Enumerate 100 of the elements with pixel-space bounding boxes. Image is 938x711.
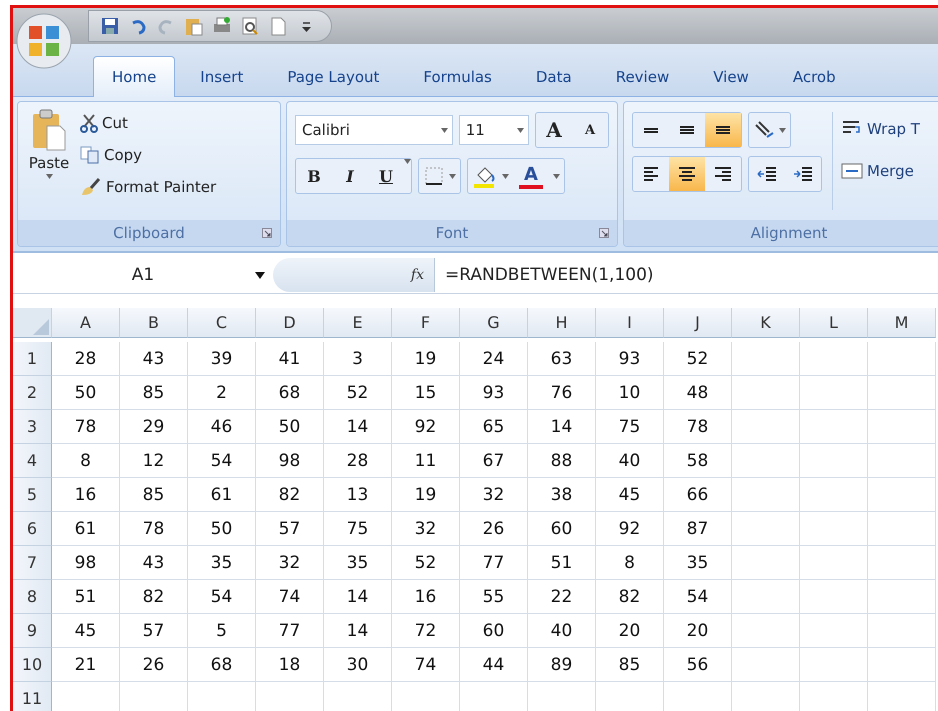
table-cell: 92 (596, 512, 664, 546)
ribbon-tab[interactable]: Acrob (774, 56, 855, 97)
empty-cell (868, 444, 936, 478)
table-cell: 74 (256, 580, 324, 614)
table-cell: 68 (188, 648, 256, 682)
copy-button[interactable]: Copy (80, 140, 216, 170)
merge-button[interactable]: Merge (841, 154, 920, 188)
dialog-launcher-icon[interactable] (599, 228, 609, 238)
wrap-text-button[interactable]: Wrap T (841, 112, 920, 146)
table-cell: 14 (324, 410, 392, 444)
empty-cell (800, 546, 868, 580)
row-header[interactable]: 11 (13, 682, 52, 711)
column-header[interactable]: E (324, 308, 392, 338)
row-header[interactable]: 9 (13, 614, 52, 648)
table-cell: 93 (460, 376, 528, 410)
empty-cell (800, 444, 868, 478)
table-cell: 93 (596, 342, 664, 376)
ribbon-tab[interactable]: Home (93, 56, 176, 97)
column-header[interactable]: C (188, 308, 256, 338)
table-cell: 54 (188, 580, 256, 614)
column-header[interactable]: K (732, 308, 800, 338)
column-header[interactable]: G (460, 308, 528, 338)
table-cell: 55 (460, 580, 528, 614)
column-header[interactable]: H (528, 308, 596, 338)
font-color-button[interactable]: A (513, 164, 549, 188)
vertical-align-button[interactable] (705, 113, 741, 147)
borders-icon[interactable] (423, 165, 445, 187)
column-header[interactable]: J (664, 308, 732, 338)
table-cell: 30 (324, 648, 392, 682)
empty-cell (868, 580, 936, 614)
ribbon-tab[interactable]: Review (596, 56, 688, 97)
table-cell: 88 (528, 444, 596, 478)
table-cell: 78 (120, 512, 188, 546)
table-cell: 24 (460, 342, 528, 376)
underline-button[interactable]: U (368, 159, 404, 193)
ribbon-tab[interactable]: View (694, 56, 768, 97)
copy-icon (80, 146, 100, 164)
column-header[interactable]: I (596, 308, 664, 338)
table-cell: 43 (120, 342, 188, 376)
row-header[interactable]: 5 (13, 478, 52, 512)
formula-field[interactable]: =RANDBETWEEN(1,100) (435, 265, 654, 285)
table-cell: 50 (256, 410, 324, 444)
decrease-indent-icon (757, 167, 777, 181)
horizontal-align-button[interactable] (669, 157, 705, 191)
empty-cell (732, 478, 800, 512)
align-left-icon (644, 167, 658, 181)
cut-button[interactable]: Cut (80, 108, 216, 138)
ribbon-tab[interactable]: Page Layout (268, 56, 398, 97)
empty-cell (732, 376, 800, 410)
row-header[interactable]: 7 (13, 546, 52, 580)
format-painter-button[interactable]: Format Painter (80, 172, 216, 202)
ribbon-tab[interactable]: Data (516, 56, 591, 97)
row-header[interactable]: 4 (13, 444, 52, 478)
dialog-launcher-icon[interactable] (262, 228, 272, 238)
ribbon-tab[interactable]: Formulas (404, 56, 511, 97)
row-header[interactable]: 2 (13, 376, 52, 410)
row-header[interactable]: 6 (13, 512, 52, 546)
ribbon-tab[interactable]: Insert (181, 56, 262, 97)
empty-cell (868, 648, 936, 682)
empty-cell (800, 648, 868, 682)
table-cell: 82 (596, 580, 664, 614)
column-header[interactable]: B (120, 308, 188, 338)
table-cell: 78 (664, 410, 732, 444)
empty-cell (800, 342, 868, 376)
paste-button[interactable]: Paste (24, 108, 74, 214)
column-header[interactable]: A (52, 308, 120, 338)
grow-font-button[interactable]: A (536, 113, 572, 147)
row-header[interactable]: 8 (13, 580, 52, 614)
dropdown-caret-icon[interactable] (255, 272, 265, 279)
empty-cell (868, 342, 936, 376)
column-header[interactable]: M (868, 308, 936, 338)
column-header[interactable]: L (800, 308, 868, 338)
table-cell: 61 (188, 478, 256, 512)
column-header[interactable]: F (392, 308, 460, 338)
font-size-field[interactable]: 11 (458, 115, 529, 145)
row-header[interactable]: 3 (13, 410, 52, 444)
row-header[interactable]: 1 (13, 342, 52, 376)
table-cell: 98 (52, 546, 120, 580)
shrink-font-button[interactable]: A (572, 113, 608, 147)
empty-cell (732, 342, 800, 376)
table-cell: 77 (256, 614, 324, 648)
save-icon[interactable] (99, 15, 121, 37)
table-cell: 14 (324, 614, 392, 648)
align-bottom-icon (716, 126, 730, 134)
name-box[interactable]: A1 (13, 258, 273, 292)
table-cell: 40 (596, 444, 664, 478)
column-header[interactable]: D (256, 308, 324, 338)
table-cell: 14 (324, 580, 392, 614)
table-cell: 78 (52, 410, 120, 444)
row-header[interactable]: 10 (13, 648, 52, 682)
empty-cell (868, 512, 936, 546)
table-cell: 92 (392, 410, 460, 444)
italic-button[interactable]: I (332, 159, 368, 193)
table-cell: 82 (256, 478, 324, 512)
empty-cell (868, 410, 936, 444)
table-cell: 57 (120, 614, 188, 648)
bold-button[interactable]: B (296, 159, 332, 193)
empty-cell (868, 376, 936, 410)
font-name-field[interactable]: Calibri (295, 115, 453, 145)
insert-function-button[interactable]: fx (410, 267, 424, 283)
